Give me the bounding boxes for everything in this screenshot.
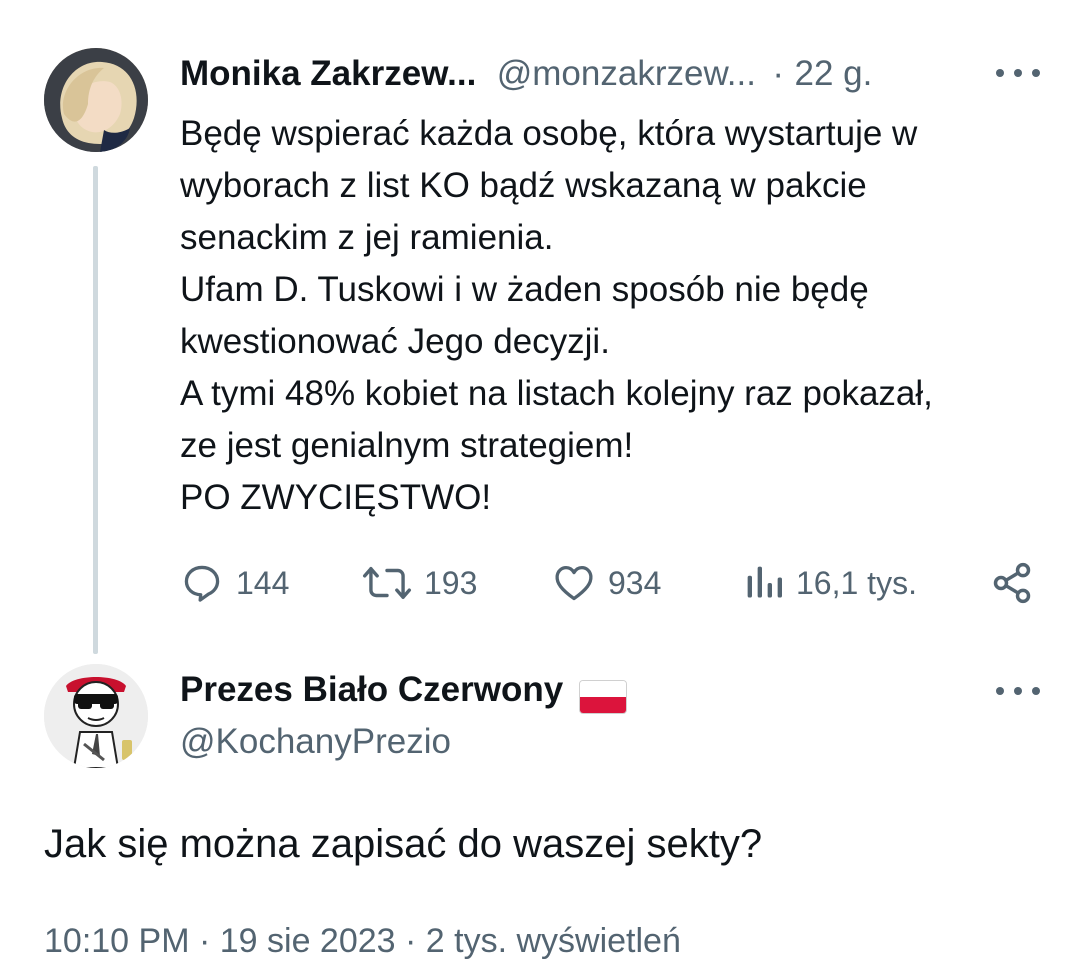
- tweet-text-line: Ufam D. Tuskowi i w żaden sposób nie będ…: [180, 270, 869, 309]
- share-icon: [993, 562, 1031, 604]
- parent-tweet-text: Będę wspierać każda osobę, która wystart…: [180, 108, 1050, 524]
- tweet-text-line: Będę wspierać każda osobę, która wystart…: [180, 114, 918, 153]
- tweet-text-line: senackim z jej ramienia.: [180, 218, 554, 257]
- views-icon: [747, 566, 782, 598]
- more-icon[interactable]: [996, 66, 1040, 80]
- like-icon: [555, 565, 593, 601]
- poland-flag-icon: [579, 680, 626, 713]
- tweet-text-line: PO ZWYCIĘSTWO!: [180, 478, 492, 517]
- author-handle[interactable]: @monzakrzew...: [497, 54, 756, 93]
- separator-dot: ·: [772, 54, 785, 93]
- tweet-text-line: ze jest genialnym strategiem!: [180, 426, 634, 465]
- retweet-count: 193: [424, 564, 478, 601]
- like-count: 934: [608, 564, 662, 601]
- retweet-icon: [362, 567, 412, 599]
- reply-tweet-header: Prezes Biało Czerwony: [180, 670, 626, 713]
- views-count: 16,1 tys.: [796, 564, 917, 601]
- tweet-timestamp-footer[interactable]: 10:10 PM · 19 sie 2023 · 2 tys. wyświetl…: [44, 922, 681, 961]
- avatar-cartoon: [44, 664, 148, 768]
- reply-count: 144: [236, 564, 290, 601]
- reply-author-handle[interactable]: @KochanyPrezio: [180, 722, 451, 762]
- reply-button[interactable]: 144: [180, 560, 289, 606]
- parent-tweet-header: Monika Zakrzew... @monzakrzew... · 22 g.: [180, 54, 872, 94]
- reply-author-avatar[interactable]: [44, 664, 148, 768]
- retweet-button[interactable]: 193: [362, 560, 477, 606]
- reply-icon: [184, 565, 220, 602]
- tweet-text-line: kwestionować Jego decyzji.: [180, 322, 610, 361]
- author-name[interactable]: Monika Zakrzew...: [180, 54, 476, 93]
- reply-author-name[interactable]: Prezes Biało Czerwony: [180, 670, 563, 709]
- author-avatar[interactable]: [44, 48, 148, 152]
- more-icon[interactable]: [996, 684, 1040, 698]
- tweet-text-line: A tymi 48% kobiet na listach kolejny raz…: [180, 374, 933, 413]
- tweet-text-line: wyborach z list KO bądź wskazaną w pakci…: [180, 166, 867, 205]
- like-button[interactable]: 934: [552, 560, 661, 606]
- reply-tweet-text: Jak się można zapisać do waszej sekty?: [44, 822, 763, 866]
- thread-connector-line: [93, 166, 98, 654]
- share-button[interactable]: [990, 560, 1034, 606]
- views-button[interactable]: 16,1 tys.: [744, 560, 917, 606]
- tweet-time[interactable]: 22 g.: [795, 54, 873, 93]
- avatar-photo: [44, 48, 148, 152]
